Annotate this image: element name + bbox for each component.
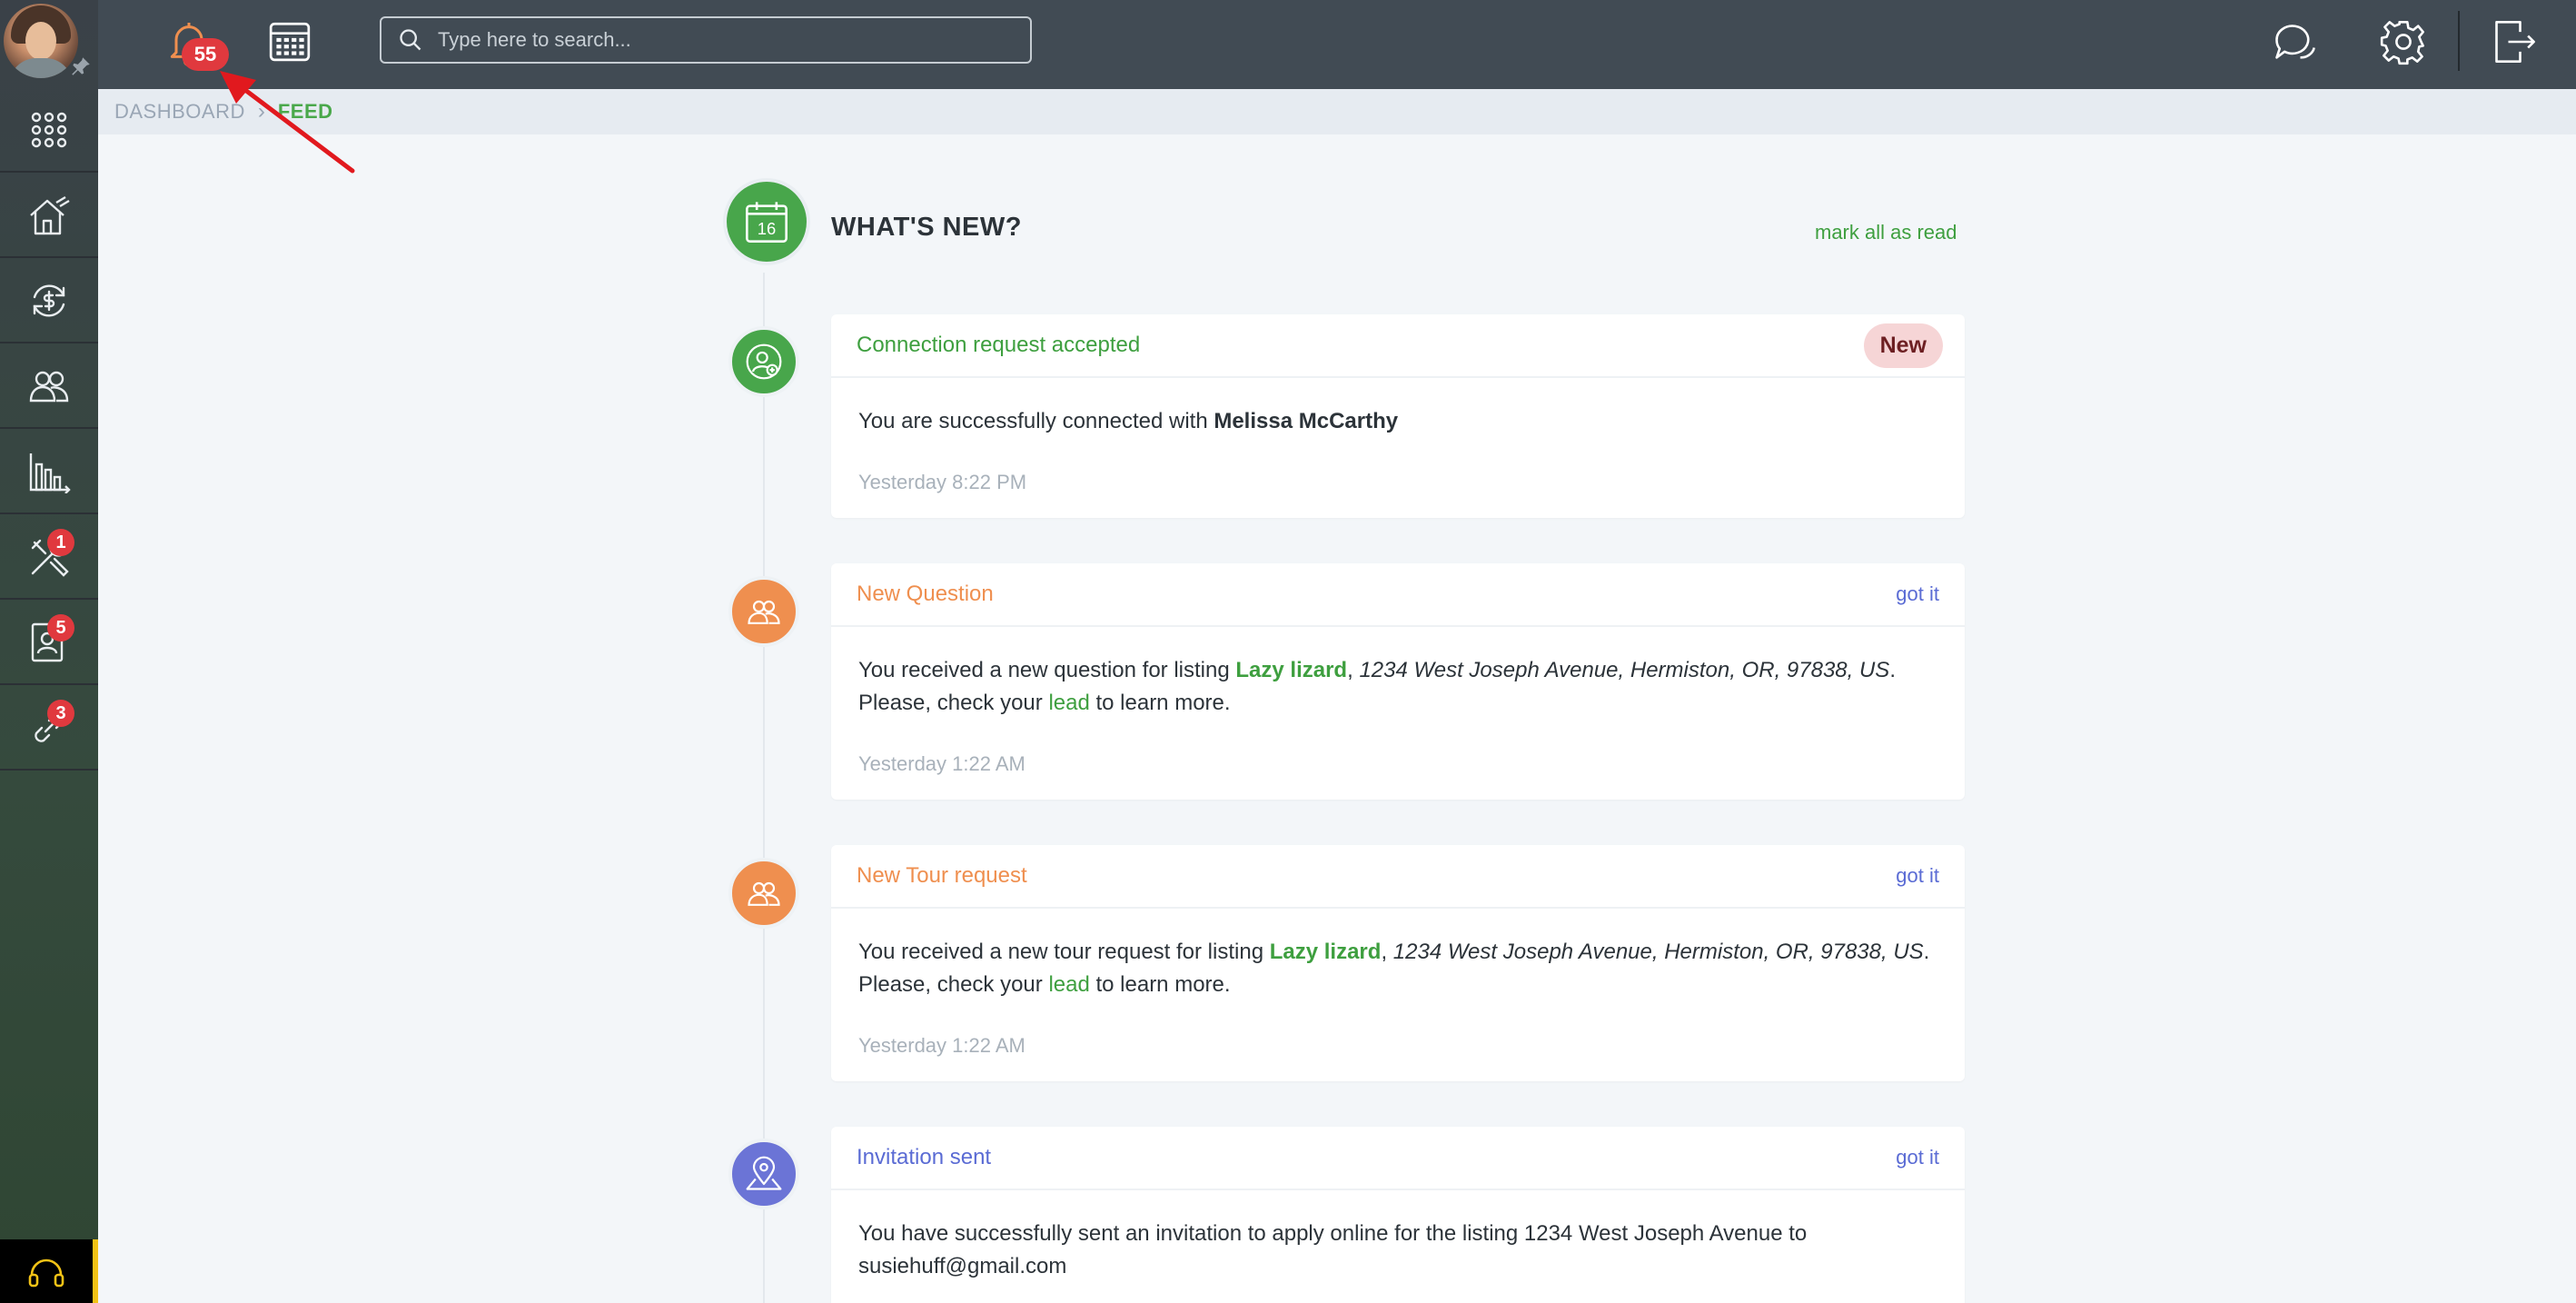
sidebar-item-links[interactable]: 3 [0, 687, 98, 771]
house-icon [30, 195, 70, 235]
pin-icon[interactable] [69, 55, 93, 78]
card-body-text: You received a new question for listing [858, 658, 1236, 682]
card-title: New Tour request [857, 863, 1027, 888]
search-box[interactable] [380, 16, 1032, 64]
listing-address: 1234 West Joseph Avenue, Hermiston, OR, … [1359, 658, 1890, 682]
card-title: New Question [857, 582, 994, 606]
tour-request-icon [728, 858, 799, 929]
chat-icon[interactable] [2271, 18, 2318, 65]
feed-card-connection: Connection request accepted New You are … [831, 314, 1965, 518]
sidebar-item-payments[interactable] [0, 260, 98, 343]
sidebar-item-people[interactable] [0, 345, 98, 429]
card-body: You received a new tour request for list… [831, 909, 1965, 1001]
question-icon [728, 576, 799, 647]
card-timestamp: Yesterday 1:22 AM [858, 1034, 1025, 1057]
card-body-text: to learn more. [1089, 691, 1231, 715]
money-cycle-icon [33, 284, 65, 317]
sidebar-item-maintenance[interactable]: 1 [0, 516, 98, 600]
topbar-divider [2458, 11, 2460, 71]
logout-icon[interactable] [2491, 18, 2538, 65]
users-icon [29, 371, 69, 403]
invitation-icon [728, 1139, 799, 1209]
calendar-icon[interactable] [267, 18, 312, 64]
feed-title: WHAT'S NEW? [831, 213, 1022, 242]
sidebar-item-properties[interactable] [0, 174, 98, 258]
card-body-text: , [1347, 658, 1360, 682]
card-timestamp: Yesterday 8:22 PM [858, 471, 1027, 493]
svg-text:16: 16 [758, 219, 776, 238]
feed-card-question: New Question got it You received a new q… [831, 563, 1965, 800]
card-body-text: You received a new tour request for list… [858, 940, 1270, 964]
card-body: You received a new question for listing … [831, 627, 1965, 720]
sidebar-item-contacts[interactable]: 5 [0, 602, 98, 685]
card-body-text: You have successfully sent an invitation… [858, 1221, 1808, 1278]
card-body: You are successfully connected with Meli… [831, 378, 1965, 438]
connected-user-name: Melissa McCarthy [1214, 409, 1399, 433]
grid-icon [31, 112, 67, 148]
sidebar-item-apps[interactable] [0, 89, 98, 173]
got-it-button[interactable]: got it [1896, 864, 1939, 888]
user-add-icon [746, 343, 782, 380]
user-avatar[interactable] [4, 4, 78, 78]
card-body-text: to learn more. [1089, 972, 1231, 997]
card-body-text: You are successfully connected with [858, 409, 1214, 433]
breadcrumb: DASHBOARD › FEED [98, 89, 2576, 134]
headset-icon [28, 1258, 64, 1288]
new-badge: New [1863, 323, 1943, 368]
gear-icon[interactable] [2380, 18, 2427, 65]
search-input[interactable] [438, 28, 1001, 52]
top-bar: 55 [98, 0, 2576, 89]
got-it-button[interactable]: got it [1896, 582, 1939, 606]
sidebar-item-reports[interactable] [0, 431, 98, 514]
listing-link[interactable]: Lazy lizard [1270, 940, 1382, 964]
feed-card-tour-request: New Tour request got it You received a n… [831, 845, 1965, 1081]
got-it-button[interactable]: got it [1896, 1146, 1939, 1169]
map-pin-icon [746, 1156, 782, 1190]
card-title: Connection request accepted [857, 333, 1141, 357]
card-timestamp: Yesterday 1:22 AM [858, 752, 1025, 775]
sidebar: 1 5 3 [0, 0, 98, 1303]
links-badge: 3 [47, 700, 74, 727]
lead-link[interactable]: lead [1048, 691, 1089, 715]
feed-calendar-icon: 16 [723, 178, 810, 265]
card-title: Invitation sent [857, 1145, 992, 1169]
tools-badge: 1 [47, 529, 74, 556]
connection-icon [728, 326, 799, 397]
mark-all-read-link[interactable]: mark all as read [1815, 221, 1957, 244]
card-body-text: , [1381, 940, 1393, 964]
annotation-arrow [220, 71, 355, 174]
users-icon [748, 600, 780, 624]
search-icon [400, 29, 421, 51]
bar-chart-icon [29, 453, 71, 493]
listing-address: 1234 West Joseph Avenue, Hermiston, OR, … [1392, 940, 1924, 964]
users-icon [748, 881, 780, 906]
contacts-badge: 5 [47, 614, 74, 642]
feed-card-invitation: Invitation sent got it You have successf… [831, 1127, 1965, 1303]
listing-link[interactable]: Lazy lizard [1235, 658, 1347, 682]
calendar-16-icon: 16 [746, 202, 788, 243]
support-button[interactable] [0, 1239, 98, 1303]
lead-link[interactable]: lead [1048, 972, 1089, 997]
